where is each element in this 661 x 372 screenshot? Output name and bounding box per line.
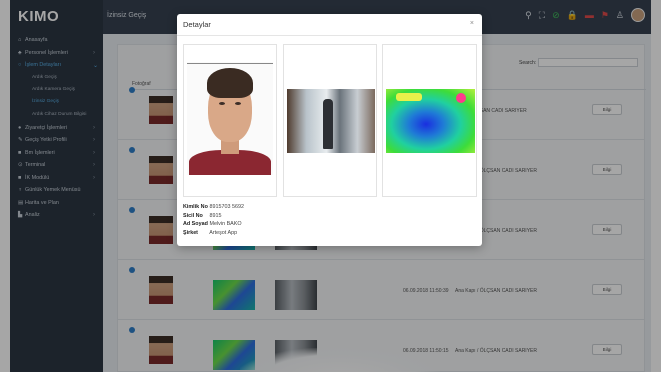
details-modal: Detaylar × Kimlik No 8915703 5692 Sicil … bbox=[177, 14, 482, 246]
info-row-id: Kimlik No 8915703 5692 bbox=[183, 203, 244, 212]
info-row-name: Ad Soyad Melvin BAKO bbox=[183, 220, 244, 229]
info-row-registry: Sicil No 8915 bbox=[183, 212, 244, 221]
camera-snapshot bbox=[287, 89, 375, 153]
info-value: Arteşot App bbox=[209, 229, 238, 236]
info-key: Kimlik No bbox=[183, 204, 208, 210]
hair-shape bbox=[207, 68, 253, 98]
modal-header: Detaylar × bbox=[177, 14, 482, 36]
face-photo-panel[interactable] bbox=[183, 44, 277, 197]
eye-shape bbox=[219, 102, 225, 105]
info-key: Ad Soyad bbox=[183, 221, 208, 227]
crop-line bbox=[187, 63, 273, 64]
info-key: Sicil No bbox=[183, 212, 203, 219]
close-icon[interactable]: × bbox=[470, 20, 474, 27]
info-value: Melvin BAKO bbox=[209, 221, 242, 227]
person-info: Kimlik No 8915703 5692 Sicil No 8915 Ad … bbox=[183, 203, 244, 237]
info-value: 8915 bbox=[209, 212, 222, 219]
heat-spot bbox=[456, 93, 466, 103]
info-key: Şirket bbox=[183, 229, 198, 236]
thermal-photo-panel[interactable] bbox=[382, 44, 477, 197]
info-value: 8915703 5692 bbox=[209, 204, 244, 210]
modal-title: Detaylar bbox=[183, 20, 211, 29]
thermal-snapshot bbox=[386, 89, 475, 153]
person-silhouette bbox=[323, 99, 333, 149]
eye-shape bbox=[235, 102, 241, 105]
face-photo bbox=[187, 62, 273, 175]
heat-region bbox=[396, 93, 422, 101]
info-row-company: Şirket Arteşot App bbox=[183, 229, 244, 238]
camera-photo-panel[interactable] bbox=[283, 44, 377, 197]
